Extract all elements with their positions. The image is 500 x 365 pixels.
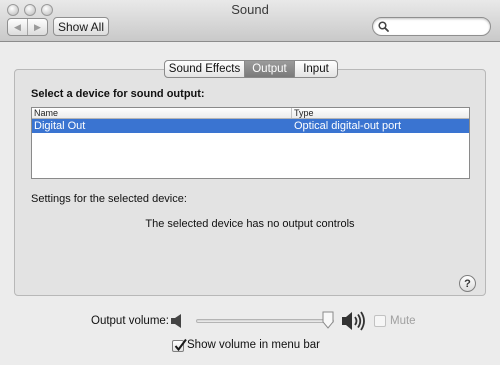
output-volume-label: Output volume:	[91, 315, 169, 327]
forward-arrow-icon: ▶	[34, 21, 41, 32]
device-type-cell: Optical digital-out port	[294, 120, 401, 132]
no-output-controls-message: The selected device has no output contro…	[145, 218, 355, 230]
mute-label: Mute	[390, 315, 416, 327]
mute-checkbox[interactable]	[374, 315, 386, 327]
search-box[interactable]	[372, 17, 491, 36]
show-volume-in-menu-bar-label[interactable]: Show volume in menu bar	[187, 339, 320, 351]
tab-output[interactable]: Output	[244, 61, 294, 77]
tab-input[interactable]: Input	[294, 61, 337, 77]
window-title: Sound	[231, 2, 269, 17]
volume-high-icon	[341, 310, 367, 335]
forward-button[interactable]: ▶	[27, 19, 47, 35]
tab-bar: Sound Effects Output Input	[164, 60, 338, 78]
column-header-name[interactable]: Name	[32, 108, 292, 118]
table-header: Name Type	[32, 108, 469, 119]
volume-slider-thumb[interactable]	[322, 311, 334, 329]
navigation-segmented-control: ◀ ▶	[7, 18, 48, 36]
help-button[interactable]: ?	[459, 275, 476, 292]
search-icon	[378, 21, 389, 32]
back-button[interactable]: ◀	[8, 19, 27, 35]
tab-sound-effects[interactable]: Sound Effects	[165, 61, 244, 77]
device-name-cell: Digital Out	[34, 120, 86, 132]
back-arrow-icon: ◀	[14, 21, 21, 32]
checkmark-icon	[174, 338, 187, 352]
output-volume-slider[interactable]	[196, 319, 334, 323]
help-icon: ?	[464, 277, 471, 290]
device-settings-label: Settings for the selected device:	[31, 193, 187, 205]
device-select-heading: Select a device for sound output:	[31, 88, 205, 100]
search-input[interactable]	[392, 19, 482, 34]
table-row[interactable]: Digital Out Optical digital-out port	[32, 119, 469, 133]
show-volume-in-menu-bar-checkbox[interactable]	[172, 338, 187, 352]
output-device-table[interactable]: Name Type Digital Out Optical digital-ou…	[31, 107, 470, 179]
show-all-button[interactable]: Show All	[53, 17, 109, 36]
volume-low-icon	[170, 313, 184, 332]
title-toolbar: Sound ◀ ▶ Show All	[0, 0, 500, 42]
output-panel	[14, 69, 486, 296]
column-header-type[interactable]: Type	[292, 108, 469, 118]
sound-preferences-window: Sound ◀ ▶ Show All Sound Effects Output …	[0, 0, 500, 365]
